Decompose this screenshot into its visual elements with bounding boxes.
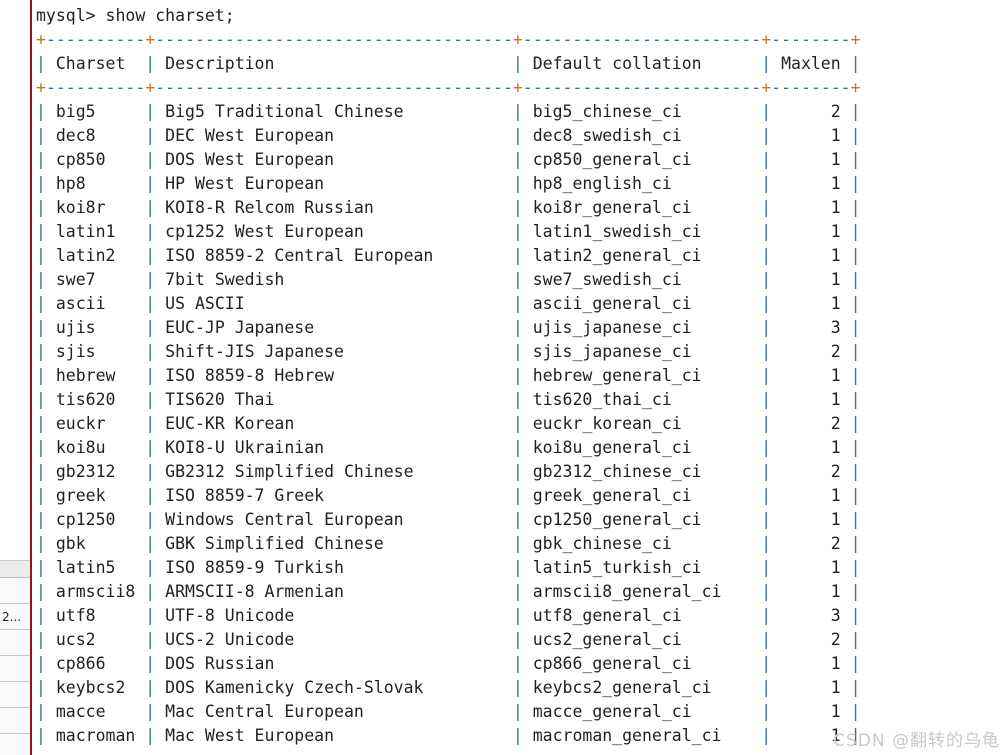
console-line: | utf8 | UTF-8 Unicode | utf8_general_ci…	[36, 606, 861, 625]
console-line: +----------+----------------------------…	[36, 30, 861, 49]
console-line: | dec8 | DEC West European | dec8_swedis…	[36, 126, 861, 145]
left-panel-row[interactable]	[0, 656, 30, 682]
left-panel-row[interactable]	[0, 630, 30, 656]
console-line: | big5 | Big5 Traditional Chinese | big5…	[36, 102, 861, 121]
console-line: | gbk | GBK Simplified Chinese | gbk_chi…	[36, 534, 861, 553]
left-panel-header-strip	[0, 561, 30, 578]
console-line: | keybcs2 | DOS Kamenicky Czech-Slovak |…	[36, 678, 861, 697]
console-line: | cp866 | DOS Russian | cp866_general_ci…	[36, 654, 861, 673]
console-line: | armscii8 | ARMSCII-8 Armenian | armsci…	[36, 582, 861, 601]
left-panel-blank-area	[0, 0, 30, 561]
console-line: | ascii | US ASCII | ascii_general_ci | …	[36, 294, 861, 313]
console-line: | hp8 | HP West European | hp8_english_c…	[36, 174, 861, 193]
console-line: | latin5 | ISO 8859-9 Turkish | latin5_t…	[36, 558, 861, 577]
screen-root: 2... mysql> show charset; +----------+---…	[0, 0, 1008, 755]
console-line: | latin2 | ISO 8859-2 Central European |…	[36, 246, 861, 265]
console-line: | ucs2 | UCS-2 Unicode | ucs2_general_ci…	[36, 630, 861, 649]
console-line: | greek | ISO 8859-7 Greek | greek_gener…	[36, 486, 861, 505]
console-line: | hebrew | ISO 8859-8 Hebrew | hebrew_ge…	[36, 366, 861, 385]
console-line: | koi8r | KOI8-R Relcom Russian | koi8r_…	[36, 198, 861, 217]
console-line: | latin1 | cp1252 West European | latin1…	[36, 222, 861, 241]
console-line: mysql> show charset;	[36, 6, 235, 25]
console-line: | euckr | EUC-KR Korean | euckr_korean_c…	[36, 414, 861, 433]
console-line: +----------+----------------------------…	[36, 78, 861, 97]
console-line: | koi8u | KOI8-U Ukrainian | koi8u_gener…	[36, 438, 861, 457]
console-line: | cp1250 | Windows Central European | cp…	[36, 510, 861, 529]
left-panel-row[interactable]: 2...	[0, 604, 30, 630]
console-line: | tis620 | TIS620 Thai | tis620_thai_ci …	[36, 390, 861, 409]
console-line: | macce | Mac Central European | macce_g…	[36, 702, 861, 721]
console-line: | gb2312 | GB2312 Simplified Chinese | g…	[36, 462, 861, 481]
console-line: | swe7 | 7bit Swedish | swe7_swedish_ci …	[36, 270, 861, 289]
left-panel-row-list[interactable]: 2...	[0, 578, 30, 755]
console-line: | sjis | Shift-JIS Japanese | sjis_japan…	[36, 342, 861, 361]
left-panel-row[interactable]	[0, 734, 30, 755]
left-panel-row[interactable]	[0, 708, 30, 734]
console-line: | ujis | EUC-JP Japanese | ujis_japanese…	[36, 318, 861, 337]
left-panel-row[interactable]	[0, 682, 30, 708]
console-line: | cp850 | DOS West European | cp850_gene…	[36, 150, 861, 169]
console-line: | macroman | Mac West European | macroma…	[36, 726, 861, 745]
console-left-rule	[30, 0, 32, 755]
left-panel-row[interactable]	[0, 578, 30, 604]
left-result-grid-panel[interactable]: 2...	[0, 0, 30, 755]
console-line: | Charset | Description | Default collat…	[36, 54, 861, 73]
mysql-console-output[interactable]: mysql> show charset; +----------+--------…	[36, 0, 1008, 755]
